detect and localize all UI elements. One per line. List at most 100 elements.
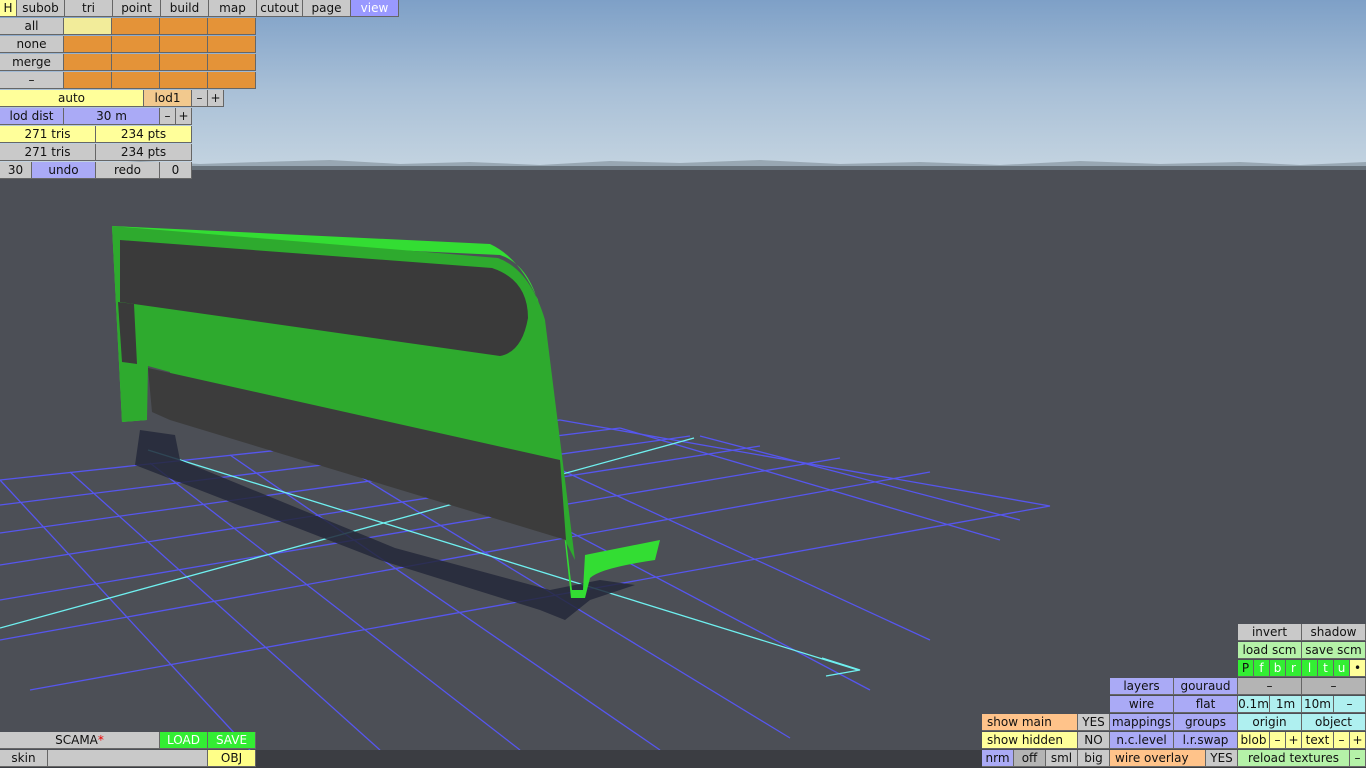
text-label: text (1302, 732, 1334, 749)
subobject-slot[interactable] (160, 36, 208, 53)
grid-minus-button[interactable]: – (1334, 696, 1366, 713)
lod-dist-label: lod dist (0, 108, 64, 125)
subobject-slot[interactable] (64, 72, 112, 89)
subobject-slot[interactable] (64, 18, 112, 35)
show-hidden-button[interactable]: show hidden (982, 732, 1078, 749)
nrm-button[interactable]: nrm (982, 750, 1014, 767)
invert-button[interactable]: invert (1238, 624, 1302, 641)
load-button[interactable]: LOAD (160, 732, 208, 749)
select-all-button[interactable]: all (0, 18, 64, 35)
subobject-slot[interactable] (112, 18, 160, 35)
blob-label: blob (1238, 732, 1270, 749)
lod1-button[interactable]: lod1 (144, 90, 192, 107)
mappings-button[interactable]: mappings (1110, 714, 1174, 731)
view-dot-button[interactable]: • (1350, 660, 1366, 677)
wire-overlay-button[interactable]: wire overlay (1110, 750, 1206, 767)
skin-label: skin (0, 750, 48, 767)
lod-minus-button[interactable]: – (192, 90, 208, 107)
file-name-text: SCAMA (55, 733, 98, 747)
grid-01m-button[interactable]: 0.1m (1238, 696, 1270, 713)
unsaved-mark: * (97, 733, 104, 747)
view-l-button[interactable]: l (1302, 660, 1318, 677)
lod-dist-value[interactable]: 30 m (64, 108, 160, 125)
point-count: 234 pts (96, 126, 192, 143)
tab-point[interactable]: point (113, 0, 161, 17)
tab-tri[interactable]: tri (65, 0, 113, 17)
viewport-3d[interactable] (0, 0, 1366, 768)
show-main-button[interactable]: show main (982, 714, 1078, 731)
layers-button[interactable]: layers (1110, 678, 1174, 695)
nc-level-button[interactable]: n.c.level (1110, 732, 1174, 749)
subobject-slot[interactable] (112, 36, 160, 53)
skin-field[interactable] (48, 750, 208, 767)
view-b-button[interactable]: b (1270, 660, 1286, 677)
object-button[interactable]: object (1302, 714, 1366, 731)
flat-button[interactable]: flat (1174, 696, 1238, 713)
subobject-slot[interactable] (160, 54, 208, 71)
text-plus-button[interactable]: + (1350, 732, 1366, 749)
tab-cutout[interactable]: cutout (257, 0, 303, 17)
view-r-button[interactable]: r (1286, 660, 1302, 677)
tab-subob[interactable]: subob (17, 0, 65, 17)
view-p-button[interactable]: P (1238, 660, 1254, 677)
lod-dist-plus-button[interactable]: + (176, 108, 192, 125)
wire-overlay-value[interactable]: YES (1206, 750, 1238, 767)
subobject-slot[interactable] (64, 54, 112, 71)
tab-build[interactable]: build (161, 0, 209, 17)
origin-button[interactable]: origin (1238, 714, 1302, 731)
lr-swap-button[interactable]: l.r.swap (1174, 732, 1238, 749)
tab-view[interactable]: view (351, 0, 399, 17)
point-count-total: 234 pts (96, 144, 192, 161)
load-scm-button[interactable]: load scm (1238, 642, 1302, 659)
tri-count: 271 tris (0, 126, 96, 143)
undo-count: 30 (0, 162, 32, 179)
select-minus-button[interactable]: – (0, 72, 64, 89)
reload-textures-button[interactable]: reload textures (1238, 750, 1350, 767)
grid-dash-button[interactable]: – (1238, 678, 1302, 695)
save-button[interactable]: SAVE (208, 732, 256, 749)
off-button[interactable]: off (1014, 750, 1046, 767)
subobject-slot[interactable] (208, 36, 256, 53)
view-t-button[interactable]: t (1318, 660, 1334, 677)
view-f-button[interactable]: f (1254, 660, 1270, 677)
grid-1m-button[interactable]: 1m (1270, 696, 1302, 713)
groups-button[interactable]: groups (1174, 714, 1238, 731)
reload-minus-button[interactable]: – (1350, 750, 1366, 767)
subobject-slot[interactable] (64, 36, 112, 53)
wire-button[interactable]: wire (1110, 696, 1174, 713)
subobject-slot[interactable] (160, 18, 208, 35)
file-name[interactable]: SCAMA* (0, 732, 160, 749)
subobject-slot[interactable] (208, 18, 256, 35)
text-minus-button[interactable]: – (1334, 732, 1350, 749)
save-scm-button[interactable]: save scm (1302, 642, 1366, 659)
tab-map[interactable]: map (209, 0, 257, 17)
undo-button[interactable]: undo (32, 162, 96, 179)
obj-button[interactable]: OBJ (208, 750, 256, 767)
subobject-slot[interactable] (160, 72, 208, 89)
lod-dist-minus-button[interactable]: – (160, 108, 176, 125)
big-button[interactable]: big (1078, 750, 1110, 767)
view-u-button[interactable]: u (1334, 660, 1350, 677)
gouraud-button[interactable]: gouraud (1174, 678, 1238, 695)
grid-dash-button-2[interactable]: – (1302, 678, 1366, 695)
subobject-slot[interactable] (112, 54, 160, 71)
grid-10m-button[interactable]: 10m (1302, 696, 1334, 713)
show-hidden-value[interactable]: NO (1078, 732, 1110, 749)
subobject-slot[interactable] (112, 72, 160, 89)
subobject-slot[interactable] (208, 72, 256, 89)
blob-minus-button[interactable]: – (1270, 732, 1286, 749)
select-none-button[interactable]: none (0, 36, 64, 53)
lod-plus-button[interactable]: + (208, 90, 224, 107)
model-mesh[interactable] (112, 226, 660, 598)
sml-button[interactable]: sml (1046, 750, 1078, 767)
tab-page[interactable]: page (303, 0, 351, 17)
tri-count-total: 271 tris (0, 144, 96, 161)
lod-auto-button[interactable]: auto (0, 90, 144, 107)
shadow-button[interactable]: shadow (1302, 624, 1366, 641)
tab-h[interactable]: H (0, 0, 17, 17)
redo-button[interactable]: redo (96, 162, 160, 179)
blob-plus-button[interactable]: + (1286, 732, 1302, 749)
merge-button[interactable]: merge (0, 54, 64, 71)
subobject-slot[interactable] (208, 54, 256, 71)
show-main-value[interactable]: YES (1078, 714, 1110, 731)
